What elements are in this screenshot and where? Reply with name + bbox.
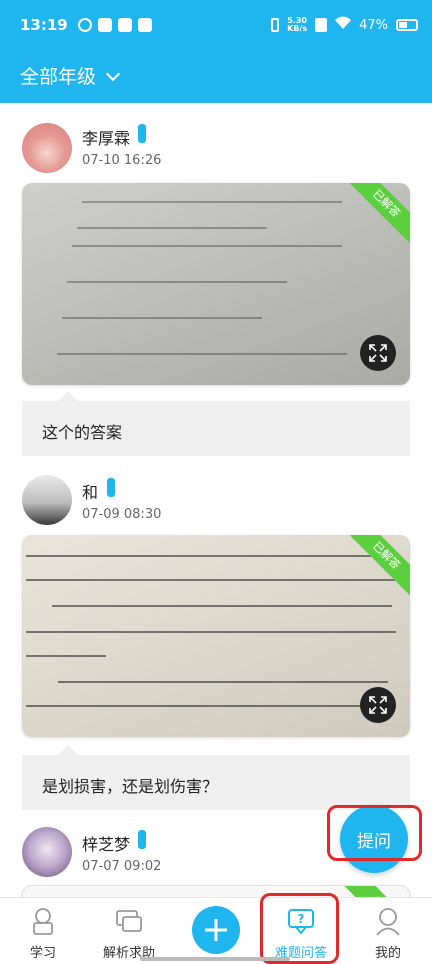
photo-text-line	[57, 353, 347, 355]
chevron-down-icon	[105, 66, 121, 81]
avatar[interactable]	[22, 827, 72, 877]
home-indicator	[140, 957, 290, 961]
tab-label: 我的	[374, 946, 401, 961]
user-level-badge	[138, 124, 146, 143]
tab-difficult-qa[interactable]: ? 难题问答	[258, 898, 344, 964]
tiktok-icon	[97, 18, 112, 32]
sim-icon	[315, 18, 328, 32]
question-text: 这个的答案	[42, 423, 123, 442]
svg-text:?: ?	[298, 912, 305, 926]
expand-icon[interactable]	[360, 335, 396, 371]
photo-text-line	[77, 227, 267, 229]
bottom-tab-bar: 学习 解析求助 ? 难题问答 我的	[0, 897, 432, 964]
net-speed-unit: KB/s	[287, 24, 308, 33]
wifi-icon	[335, 16, 352, 34]
grade-filter-label: 全部年级	[20, 66, 97, 88]
status-right: 5.30 KB/s 47%	[271, 16, 418, 34]
tab-label: 学习	[29, 946, 56, 961]
status-bar: 13:19 5.30 KB/s 47%	[20, 10, 418, 40]
avatar[interactable]	[22, 123, 72, 173]
notification-icons	[77, 18, 152, 32]
user-name[interactable]: 梓芝梦	[82, 831, 130, 855]
app-notification-icon	[117, 18, 132, 32]
photo-text-line	[26, 655, 106, 657]
ask-question-label: 提问	[357, 831, 391, 852]
photo-text-line	[26, 705, 396, 707]
photo-text-line	[52, 605, 392, 607]
photo-text-line	[26, 579, 396, 581]
tab-study[interactable]: 学习	[0, 898, 86, 964]
question-photo[interactable]: 已解答	[22, 535, 410, 737]
photo-text-line	[26, 631, 396, 633]
ask-question-button[interactable]: 提问	[340, 805, 408, 873]
user-level-badge	[107, 478, 115, 497]
profile-icon	[376, 908, 400, 936]
question-text-bubble[interactable]: 这个的答案	[22, 391, 410, 456]
tab-help[interactable]: 解析求助	[86, 898, 172, 964]
tab-profile[interactable]: 我的	[345, 898, 431, 964]
check-icon	[137, 18, 152, 32]
status-time: 13:19	[20, 16, 68, 34]
expand-icon[interactable]	[360, 687, 396, 723]
photo-text-line	[58, 681, 388, 683]
notification-icon	[77, 18, 92, 32]
photo-text-line	[72, 245, 342, 247]
user-name[interactable]: 和	[82, 479, 98, 503]
question-chat-icon: ?	[288, 909, 314, 935]
post-time: 07-07 09:02	[82, 859, 162, 874]
help-chat-icon	[116, 910, 142, 932]
question-text-bubble[interactable]: 是划损害，还是划伤害？	[22, 745, 410, 810]
post-time: 07-10 16:26	[82, 153, 162, 168]
solved-ribbon: 已解答	[342, 535, 410, 600]
photo-text-line	[82, 201, 342, 203]
photo-text-line	[62, 317, 262, 319]
solved-ribbon: 已解答	[342, 183, 410, 248]
grade-filter-dropdown[interactable]: 全部年级	[20, 62, 121, 89]
question-text: 是划损害，还是划伤害？	[42, 777, 219, 796]
avatar[interactable]	[22, 475, 72, 525]
app-header: 13:19 5.30 KB/s 47% 全部年级	[0, 0, 432, 103]
user-name[interactable]: 李厚霖	[82, 125, 130, 149]
battery-percent: 47%	[359, 17, 388, 33]
study-icon	[33, 908, 53, 935]
user-level-badge	[138, 830, 146, 849]
vibrate-icon	[271, 18, 280, 32]
battery-icon	[396, 19, 418, 31]
question-photo[interactable]: 已解答	[22, 183, 410, 385]
post-time: 07-09 08:30	[82, 507, 162, 522]
photo-text-line	[67, 281, 287, 283]
net-speed: 5.30 KB/s	[287, 17, 307, 33]
photo-text-line	[26, 555, 396, 557]
plus-icon[interactable]	[192, 906, 240, 954]
